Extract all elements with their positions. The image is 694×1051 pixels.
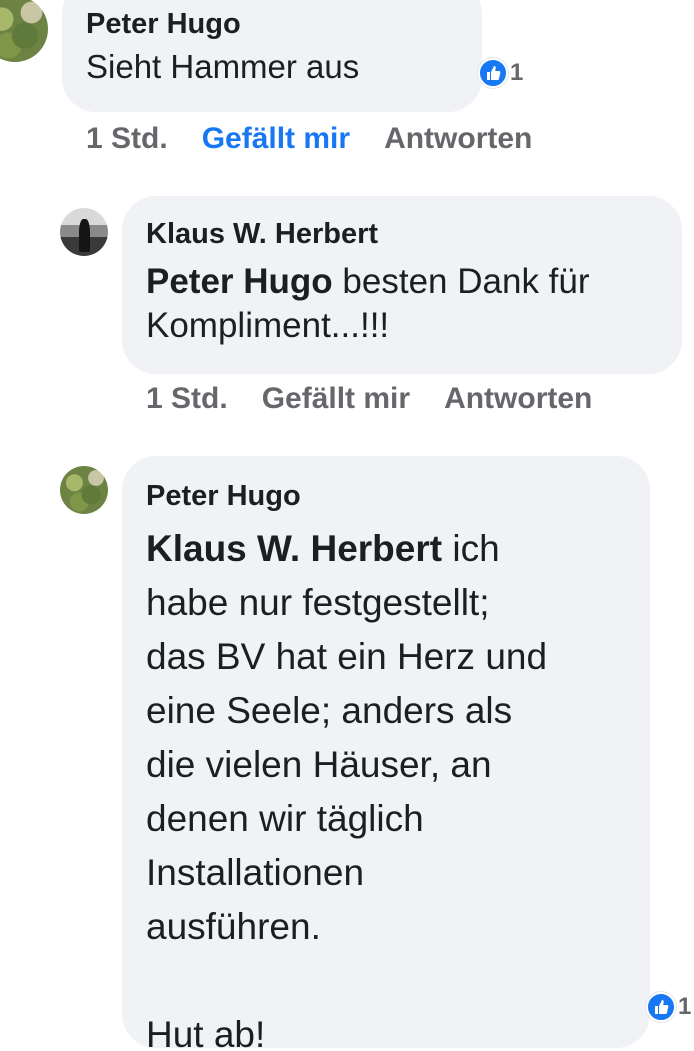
avatar[interactable] <box>0 0 48 62</box>
comment-closing: Hut ab! <box>146 1014 266 1051</box>
comment-actions: 1 Std. Gefällt mir Antworten <box>86 122 532 156</box>
mention-link[interactable]: Peter Hugo <box>146 262 333 301</box>
comment-author[interactable]: Klaus W. Herbert <box>146 218 378 251</box>
thumbs-up-icon <box>646 992 676 1022</box>
comment-thread: Peter Hugo Sieht Hammer aus 1 1 Std. Gef… <box>0 0 694 1051</box>
mention-link[interactable]: Klaus W. Herbert <box>146 528 442 569</box>
comment-line: eine Seele; anders als <box>146 690 513 731</box>
comment-text: Peter Hugo besten Dank für Kompliment...… <box>146 260 666 348</box>
reaction-summary[interactable]: 1 <box>646 992 691 1022</box>
comment-actions: 1 Std. Gefällt mir Antworten <box>146 382 592 416</box>
comment-text: Sieht Hammer aus <box>86 48 360 85</box>
comment-timestamp[interactable]: 1 Std. <box>86 122 168 156</box>
comment-timestamp[interactable]: 1 Std. <box>146 382 228 416</box>
comment-text: Klaus W. Herbert ich habe nur festgestel… <box>146 522 636 1051</box>
comment-bubble: Klaus W. Herbert Peter Hugo besten Dank … <box>122 196 682 374</box>
comment-line: ausführen. <box>146 906 321 947</box>
like-button[interactable]: Gefällt mir <box>262 382 410 416</box>
comment-line: das BV hat ein Herz und <box>146 636 548 677</box>
comment-line: die vielen Häuser, an <box>146 744 492 785</box>
reaction-count: 1 <box>510 59 524 86</box>
reaction-count: 1 <box>678 993 692 1020</box>
thumbs-up-icon <box>478 58 508 88</box>
reaction-summary[interactable]: 1 <box>478 58 523 88</box>
comment-author[interactable]: Peter Hugo <box>146 480 301 513</box>
comment-line: denen wir täglich <box>146 798 424 839</box>
comment-author[interactable]: Peter Hugo <box>86 8 241 41</box>
comment-line: Klaus W. Herbert ich <box>146 528 500 569</box>
avatar[interactable] <box>60 208 108 256</box>
comment-line: habe nur festgestellt; <box>146 582 490 623</box>
comment-line: Installationen <box>146 852 365 893</box>
reply-button[interactable]: Antworten <box>444 382 592 416</box>
comment-bubble: Peter Hugo Sieht Hammer aus <box>62 0 482 112</box>
comment-bubble: Peter Hugo Klaus W. Herbert ich habe nur… <box>122 456 650 1051</box>
avatar[interactable] <box>60 466 108 514</box>
like-button[interactable]: Gefällt mir <box>202 122 350 156</box>
reply-button[interactable]: Antworten <box>384 122 532 156</box>
